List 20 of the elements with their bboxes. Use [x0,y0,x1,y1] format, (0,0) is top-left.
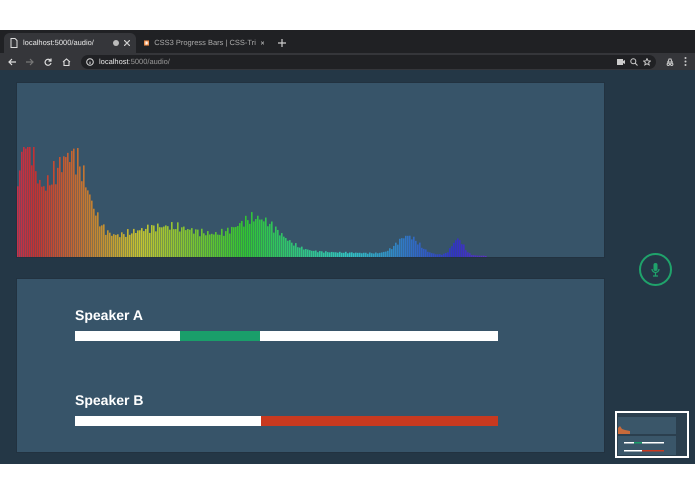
home-icon[interactable] [62,58,71,66]
forward-icon[interactable] [26,58,34,66]
speaker-label: Speaker B [75,391,144,409]
menu-icon[interactable] [684,57,687,66]
site-logo-icon [144,38,150,48]
microphone-icon [650,262,660,276]
incognito-icon[interactable] [666,58,674,66]
camera-icon[interactable] [617,58,625,64]
minimap-thumbnail[interactable] [615,411,689,458]
close-icon[interactable] [124,40,130,46]
microphone-button[interactable] [638,253,672,286]
star-icon[interactable] [643,58,651,66]
back-icon[interactable] [8,58,16,66]
reload-icon[interactable] [44,58,52,66]
close-icon[interactable] [260,40,264,46]
speaker-label: Speaker A [75,306,144,324]
page-icon [10,38,18,48]
info-icon [86,58,94,66]
new-tab-icon[interactable] [278,39,286,47]
zoom-icon[interactable] [630,58,638,66]
